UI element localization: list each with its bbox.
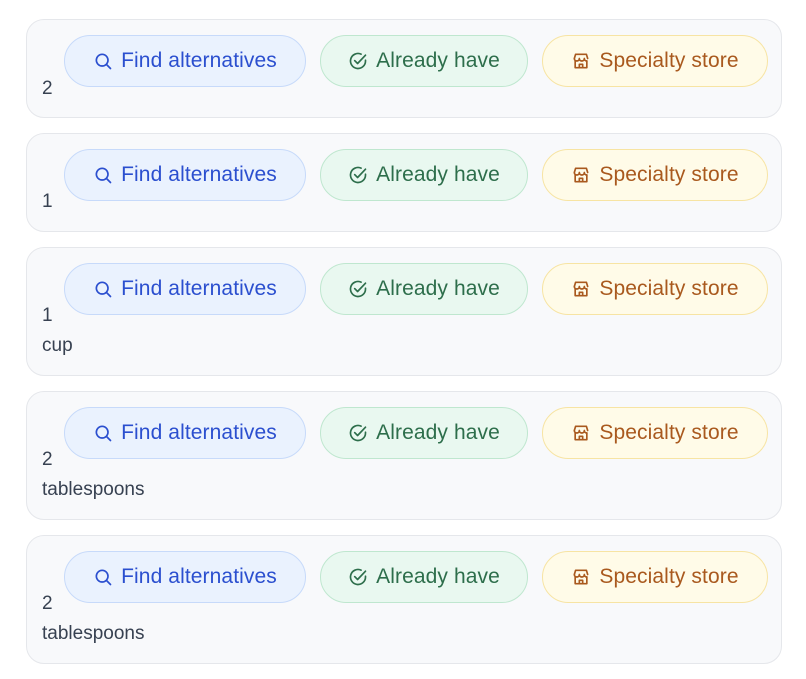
specialty-store-label: Specialty store: [599, 163, 739, 186]
search-icon: [93, 165, 113, 185]
check-circle-icon: [348, 567, 368, 587]
store-icon: [571, 567, 591, 587]
check-circle-icon: [348, 279, 368, 299]
find-alternatives-label: Find alternatives: [121, 565, 277, 588]
ingredient-quantity: 2: [42, 449, 53, 470]
store-icon: [571, 165, 591, 185]
already-have-button[interactable]: Already have: [320, 407, 528, 459]
find-alternatives-button[interactable]: Find alternatives: [64, 551, 306, 603]
already-have-label: Already have: [376, 163, 500, 186]
ingredient-card: Find alternatives Already have Specialty…: [26, 247, 782, 376]
already-have-button[interactable]: Already have: [320, 551, 528, 603]
specialty-store-button[interactable]: Specialty store: [542, 149, 768, 201]
ingredient-card: Find alternatives Already have Specialty…: [26, 19, 782, 118]
already-have-label: Already have: [376, 421, 500, 444]
specialty-store-button[interactable]: Specialty store: [542, 35, 768, 87]
search-icon: [93, 51, 113, 71]
specialty-store-button[interactable]: Specialty store: [542, 407, 768, 459]
find-alternatives-label: Find alternatives: [121, 49, 277, 72]
ingredient-unit: tablespoons: [42, 623, 145, 644]
store-icon: [571, 423, 591, 443]
find-alternatives-label: Find alternatives: [121, 277, 277, 300]
check-circle-icon: [348, 165, 368, 185]
store-icon: [571, 279, 591, 299]
store-icon: [571, 51, 591, 71]
already-have-button[interactable]: Already have: [320, 149, 528, 201]
ingredient-card: Find alternatives Already have Specialty…: [26, 535, 782, 664]
specialty-store-button[interactable]: Specialty store: [542, 263, 768, 315]
search-icon: [93, 567, 113, 587]
check-circle-icon: [348, 51, 368, 71]
specialty-store-label: Specialty store: [599, 565, 739, 588]
specialty-store-button[interactable]: Specialty store: [542, 551, 768, 603]
already-have-label: Already have: [376, 49, 500, 72]
already-have-label: Already have: [376, 565, 500, 588]
ingredient-card: Find alternatives Already have Specialty…: [26, 391, 782, 520]
ingredient-card: Find alternatives Already have Specialty…: [26, 133, 782, 232]
find-alternatives-button[interactable]: Find alternatives: [64, 35, 306, 87]
ingredient-quantity: 1: [42, 191, 53, 212]
specialty-store-label: Specialty store: [599, 49, 739, 72]
check-circle-icon: [348, 423, 368, 443]
find-alternatives-button[interactable]: Find alternatives: [64, 149, 306, 201]
ingredient-quantity: 1: [42, 305, 53, 326]
ingredient-quantity: 2: [42, 593, 53, 614]
find-alternatives-button[interactable]: Find alternatives: [64, 263, 306, 315]
find-alternatives-label: Find alternatives: [121, 163, 277, 186]
find-alternatives-button[interactable]: Find alternatives: [64, 407, 306, 459]
search-icon: [93, 423, 113, 443]
ingredient-quantity: 2: [42, 78, 53, 99]
ingredient-list: Find alternatives Already have Specialty…: [26, 19, 782, 679]
ingredient-unit: cup: [42, 335, 73, 356]
already-have-label: Already have: [376, 277, 500, 300]
ingredient-unit: tablespoons: [42, 479, 145, 500]
find-alternatives-label: Find alternatives: [121, 421, 277, 444]
already-have-button[interactable]: Already have: [320, 263, 528, 315]
search-icon: [93, 279, 113, 299]
specialty-store-label: Specialty store: [599, 277, 739, 300]
specialty-store-label: Specialty store: [599, 421, 739, 444]
already-have-button[interactable]: Already have: [320, 35, 528, 87]
